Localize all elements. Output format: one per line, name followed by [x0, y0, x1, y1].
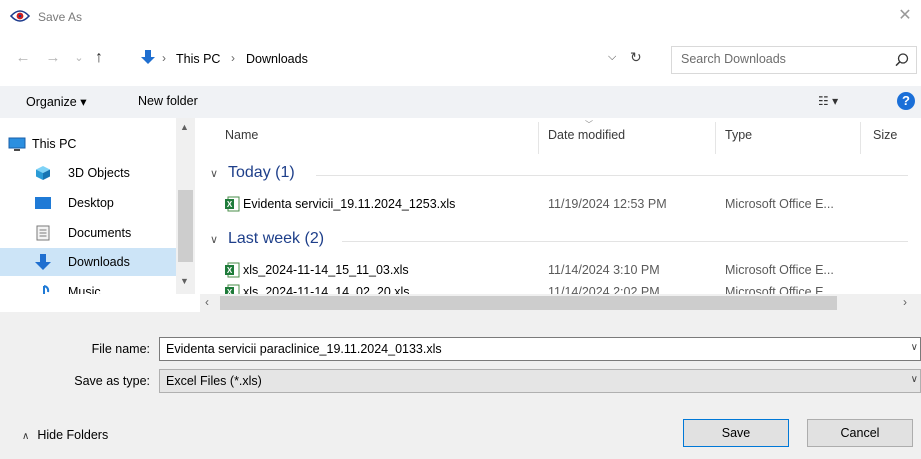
navigation-pane: This PC 3D Objects Desktop Documents Dow… — [0, 118, 195, 294]
window-title: Save As — [38, 10, 83, 24]
save-options-panel: File name: Evidenta servicii paraclinice… — [0, 312, 921, 459]
scrollbar-thumb[interactable] — [220, 296, 837, 310]
up-button[interactable]: ↑ — [90, 49, 108, 69]
save-button[interactable]: Save — [683, 419, 789, 447]
column-divider[interactable] — [715, 122, 716, 154]
breadcrumb-this-pc[interactable]: This PC — [176, 52, 220, 66]
file-name: xls_2024-11-14_15_11_03.xls — [243, 263, 409, 277]
column-header-type[interactable]: Type — [725, 128, 752, 142]
collapse-icon[interactable]: ∨ — [210, 167, 218, 180]
desktop-icon — [35, 197, 51, 209]
music-icon — [43, 285, 50, 294]
sidebar-item-music[interactable]: Music — [0, 278, 176, 294]
sidebar-item-documents[interactable]: Documents — [0, 219, 176, 247]
search-icon[interactable] — [894, 52, 910, 68]
chevron-down-icon[interactable]: ∨ — [911, 342, 918, 353]
excel-file-icon: X — [225, 196, 240, 212]
sidebar-item-label: Downloads — [68, 255, 130, 269]
download-icon — [141, 50, 155, 64]
column-divider[interactable] — [538, 122, 539, 154]
refresh-button[interactable]: ↻ — [630, 49, 642, 66]
chevron-down-icon[interactable]: ∨ — [911, 374, 918, 385]
group-header-last-week[interactable]: ∨ Last week (2) — [208, 230, 908, 254]
breadcrumb-separator: › — [162, 51, 166, 65]
back-button[interactable]: ← — [14, 49, 32, 69]
save-type-value: Excel Files (*.xls) — [166, 374, 262, 388]
scroll-down-icon[interactable]: ▼ — [180, 276, 189, 286]
scrollbar-thumb[interactable] — [178, 190, 193, 262]
sidebar-item-label: This PC — [32, 137, 77, 151]
download-icon — [35, 254, 51, 270]
close-icon[interactable]: ✕ — [894, 6, 916, 28]
recent-locations-button[interactable]: ⌄ — [70, 49, 88, 69]
file-name-label: File name: — [91, 342, 150, 356]
group-label: Last week (2) — [228, 230, 325, 247]
breadcrumb-separator: › — [231, 51, 235, 65]
horizontal-scrollbar[interactable]: ‹ › — [200, 294, 921, 312]
computer-icon — [8, 137, 26, 151]
scroll-up-icon[interactable]: ▲ — [180, 122, 189, 132]
file-date: 11/14/2024 3:10 PM — [548, 263, 660, 277]
organize-button[interactable]: Organize ▾ — [26, 94, 86, 109]
file-type: Microsoft Office E... — [725, 285, 834, 294]
file-type: Microsoft Office E... — [725, 197, 834, 211]
forward-button[interactable]: → — [44, 49, 62, 69]
sidebar-item-3d-objects[interactable]: 3D Objects — [0, 159, 176, 187]
view-options-button[interactable]: ☷ ▾ — [818, 94, 838, 108]
address-dropdown-button[interactable]: ⌵ — [608, 51, 616, 64]
new-folder-button[interactable]: New folder — [138, 94, 198, 108]
cube-icon — [36, 166, 50, 180]
sidebar-item-label: 3D Objects — [68, 166, 130, 180]
chevron-up-icon: ∧ — [22, 431, 30, 442]
file-date: 11/19/2024 12:53 PM — [548, 197, 667, 211]
file-name-value[interactable]: Evidenta servicii paraclinice_19.11.2024… — [166, 342, 442, 356]
group-header-today[interactable]: ∨ Today (1) — [208, 164, 908, 188]
scroll-left-icon[interactable]: ‹ — [205, 295, 209, 309]
excel-file-icon: X — [225, 262, 240, 278]
title-bar: Save As ✕ — [0, 0, 921, 36]
address-bar[interactable]: › This PC › Downloads ⌵ ↻ — [138, 46, 660, 74]
file-row[interactable]: X Evidenta servicii_19.11.2024_1253.xls … — [200, 194, 921, 216]
file-name: Evidenta servicii_19.11.2024_1253.xls — [243, 197, 456, 211]
hide-folders-button[interactable]: ∧ Hide Folders — [22, 428, 108, 442]
file-date: 11/14/2024 2:02 PM — [548, 285, 660, 294]
breadcrumb-downloads[interactable]: Downloads — [246, 52, 308, 66]
file-list: ﹀ Name Date modified Type Size ∨ Today (… — [200, 118, 921, 294]
column-header-size[interactable]: Size — [873, 128, 897, 142]
column-header-date-modified[interactable]: Date modified — [548, 128, 625, 142]
svg-text:X: X — [227, 200, 233, 209]
file-name: xls_2024-11-14_14_02_20.xls — [243, 285, 410, 294]
navigation-scrollbar[interactable]: ▲ ▼ — [176, 118, 195, 294]
file-type: Microsoft Office E... — [725, 263, 834, 277]
save-type-label: Save as type: — [74, 374, 150, 388]
column-divider[interactable] — [860, 122, 861, 154]
file-name-field[interactable]: Evidenta servicii paraclinice_19.11.2024… — [159, 337, 921, 361]
excel-file-icon: X — [225, 284, 240, 294]
collapse-icon[interactable]: ∨ — [210, 233, 218, 246]
sidebar-item-this-pc[interactable]: This PC — [0, 130, 176, 158]
svg-text:X: X — [227, 266, 233, 275]
help-icon[interactable]: ? — [897, 92, 915, 110]
command-bar: Organize ▾ New folder ☷ ▾ ? — [0, 86, 921, 118]
sidebar-item-label: Documents — [68, 226, 132, 240]
file-row[interactable]: X xls_2024-11-14_15_11_03.xls 11/14/2024… — [200, 260, 921, 282]
search-box[interactable] — [671, 46, 917, 74]
cancel-button[interactable]: Cancel — [807, 419, 913, 447]
hide-folders-label: Hide Folders — [37, 428, 109, 442]
sidebar-item-label: Desktop — [68, 196, 114, 210]
group-divider — [316, 175, 908, 176]
eye-icon — [10, 10, 30, 22]
save-type-select[interactable]: Excel Files (*.xls) ∨ — [159, 369, 921, 393]
sidebar-item-desktop[interactable]: Desktop — [0, 189, 176, 217]
search-input[interactable] — [681, 52, 881, 66]
document-icon — [36, 225, 50, 241]
column-header-name[interactable]: Name — [225, 128, 258, 142]
scroll-right-icon[interactable]: › — [903, 295, 907, 309]
navigation-bar: ← → ⌄ ↑ › This PC › Downloads ⌵ ↻ — [0, 44, 921, 74]
group-divider — [342, 241, 908, 242]
sidebar-item-label: Music — [68, 285, 101, 294]
group-label: Today (1) — [228, 164, 295, 181]
sidebar-item-downloads[interactable]: Downloads — [0, 248, 176, 276]
file-row[interactable]: X xls_2024-11-14_14_02_20.xls 11/14/2024… — [200, 282, 921, 294]
